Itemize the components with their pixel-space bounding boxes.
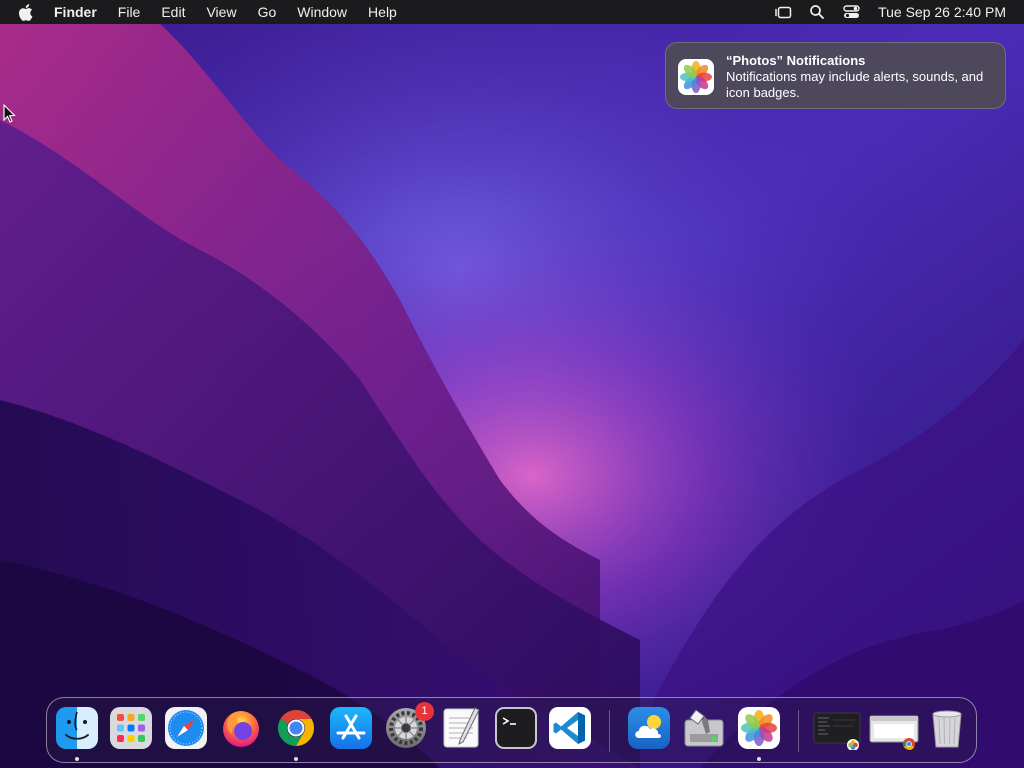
dock-separator (609, 710, 610, 752)
notification-body: Notifications may include alerts, sounds… (726, 69, 984, 100)
menu-bar: Finder File Edit View Go Window Help Tue… (0, 0, 1024, 24)
launchpad-icon[interactable] (109, 706, 153, 750)
running-indicator (757, 757, 761, 761)
dock-separator (798, 710, 799, 752)
menu-app-name[interactable]: Finder (54, 0, 97, 24)
vscode-icon[interactable] (548, 706, 592, 750)
running-indicator (294, 757, 298, 761)
finder-icon[interactable] (55, 706, 99, 750)
menu-go[interactable]: Go (258, 0, 277, 24)
photos-icon[interactable] (737, 706, 781, 750)
stage-manager-icon[interactable] (774, 3, 792, 21)
running-indicator (75, 757, 79, 761)
minimized-window-photos-icon[interactable] (813, 706, 863, 750)
apple-menu-icon[interactable] (18, 3, 34, 21)
chrome-icon[interactable] (274, 706, 318, 750)
menu-file[interactable]: File (118, 0, 141, 24)
menu-help[interactable]: Help (368, 0, 397, 24)
firefox-icon[interactable] (219, 706, 263, 750)
notification-banner[interactable]: “Photos” Notifications Notifications may… (665, 42, 1006, 109)
notification-title: “Photos” Notifications (726, 53, 866, 68)
textedit-icon[interactable] (439, 706, 483, 750)
safari-icon[interactable] (164, 706, 208, 750)
photos-icon (678, 59, 714, 95)
weather-icon[interactable] (627, 706, 671, 750)
search-icon[interactable] (808, 3, 826, 21)
control-center-icon[interactable] (842, 3, 860, 21)
app-store-icon[interactable] (329, 706, 373, 750)
menu-view[interactable]: View (206, 0, 236, 24)
disk-utility-icon[interactable] (682, 706, 726, 750)
menu-bar-clock[interactable]: Tue Sep 26 2:40 PM (878, 4, 1006, 20)
mouse-cursor-icon (3, 104, 16, 123)
minimized-window-chrome-icon[interactable] (869, 706, 919, 750)
terminal-icon[interactable] (494, 706, 538, 750)
trash-icon[interactable] (925, 706, 969, 750)
system-settings-icon[interactable]: 1 (384, 702, 434, 750)
desktop-wallpaper (0, 0, 1024, 768)
menu-window[interactable]: Window (297, 0, 347, 24)
dock: 1 (46, 697, 977, 763)
menu-edit[interactable]: Edit (161, 0, 185, 24)
notification-badge: 1 (415, 702, 434, 721)
